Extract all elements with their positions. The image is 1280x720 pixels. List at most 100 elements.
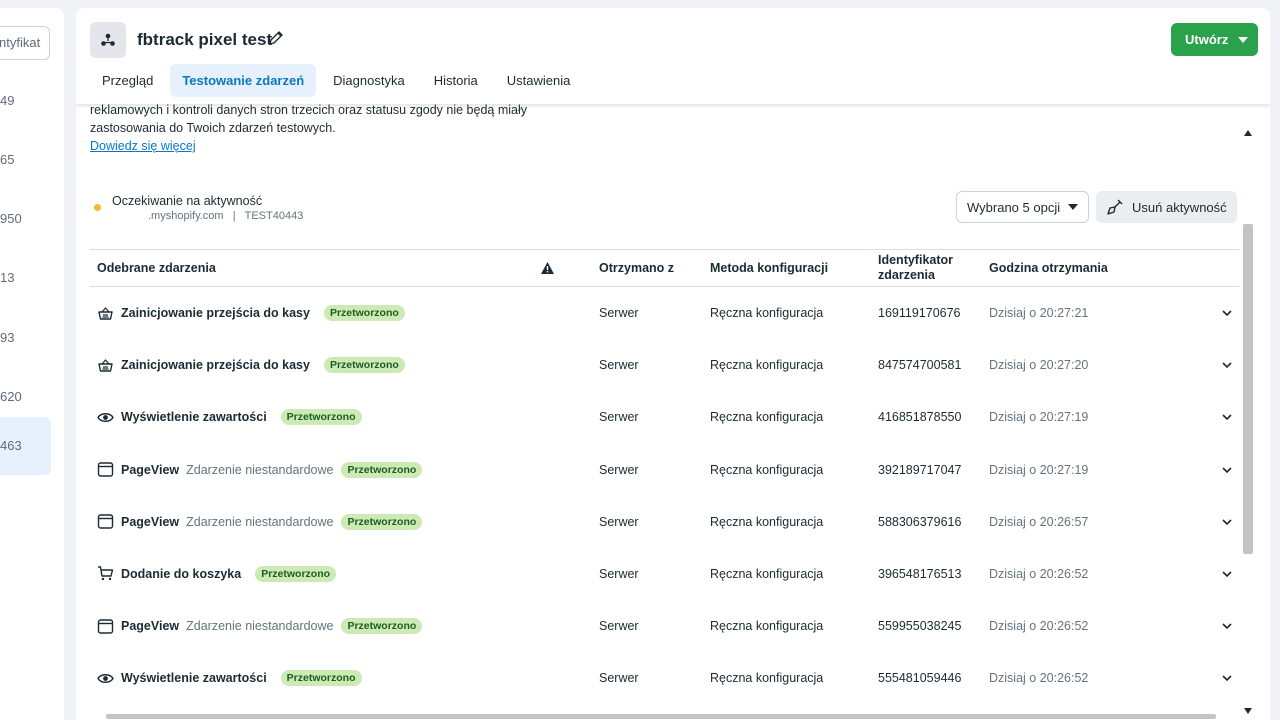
received-from-cell: Serwer bbox=[599, 410, 639, 425]
clear-activity-button[interactable]: Usuń aktywność bbox=[1096, 191, 1237, 223]
table-row[interactable]: PageView Zdarzenie niestandardowe Przetwor… bbox=[90, 444, 1240, 496]
page-title: fbtrack pixel test bbox=[137, 30, 273, 49]
time-cell: Dzisiaj o 20:26:57 bbox=[989, 514, 1089, 529]
event-name: Zainicjowanie przejścia do kasy bbox=[121, 306, 310, 320]
event-id-cell: 555481059446 bbox=[878, 671, 962, 686]
chevron-down-icon[interactable] bbox=[1220, 619, 1234, 633]
vertical-scrollbar-thumb[interactable] bbox=[1243, 224, 1253, 554]
event-type: Zdarzenie niestandardowe bbox=[186, 619, 334, 634]
sidebar-search-input[interactable]: ntyfikat bbox=[0, 26, 50, 60]
chevron-down-icon[interactable] bbox=[1220, 410, 1234, 424]
shopping-cart-icon bbox=[97, 565, 114, 582]
sidebar-item[interactable]: 49 bbox=[0, 72, 51, 130]
info-line: reklamowych i kontroli danych stron trze… bbox=[90, 104, 528, 117]
chevron-down-icon[interactable] bbox=[1220, 358, 1234, 372]
event-id-cell: 559955038245 bbox=[878, 619, 962, 634]
chevron-down-icon[interactable] bbox=[1220, 306, 1234, 320]
event-name: PageView bbox=[121, 514, 180, 529]
eye-icon bbox=[97, 409, 114, 426]
status-badge: Przetworzono bbox=[280, 670, 362, 687]
event-type: Zdarzenie niestandardowe bbox=[186, 514, 334, 529]
table-row[interactable]: Zainicjowanie przejścia do kasy Przetworz… bbox=[90, 339, 1240, 391]
table-body: Zainicjowanie przejścia do kasy Przetworz… bbox=[90, 287, 1240, 705]
event-cell: PageView Zdarzenie niestandardowe Przetwor… bbox=[97, 600, 423, 652]
status-badge: Przetworzono bbox=[255, 565, 337, 582]
tab-test-events[interactable]: Testowanie zdarzeń bbox=[170, 64, 317, 97]
time-cell: Dzisiaj o 20:27:20 bbox=[989, 358, 1089, 373]
options-select[interactable]: Wybrano 5 opcji bbox=[956, 191, 1089, 223]
time-cell: Dzisiaj o 20:27:19 bbox=[989, 410, 1089, 425]
tab-diagnostics[interactable]: Diagnostyka bbox=[321, 64, 417, 97]
time-cell: Dzisiaj o 20:26:52 bbox=[989, 566, 1089, 581]
col-header-event-id: Identyfikator zdarzenia bbox=[878, 253, 954, 282]
status-dot bbox=[94, 204, 101, 211]
warning-icon[interactable] bbox=[541, 250, 554, 286]
event-name: PageView bbox=[121, 619, 180, 634]
sidebar-item[interactable]: 93 bbox=[0, 309, 51, 367]
received-from-cell: Serwer bbox=[599, 358, 639, 373]
method-cell: Ręczna konfiguracja bbox=[710, 358, 824, 373]
col-header-method: Metoda konfiguracji bbox=[710, 260, 829, 275]
status-title: Oczekiwanie na aktywność bbox=[112, 194, 263, 208]
left-sidebar: ntyfikat 49 65 950 13 93 620 463 bbox=[0, 8, 64, 720]
tab-overview[interactable]: Przegląd bbox=[90, 64, 165, 97]
status-badge: Przetworzono bbox=[341, 618, 423, 635]
table-row[interactable]: Wyświetlenie zawartości Przetworzono Serwe… bbox=[90, 391, 1240, 443]
status-domain: .myshopify.com bbox=[148, 210, 224, 222]
event-id-cell: 588306379616 bbox=[878, 514, 962, 529]
col-header-time: Godzina otrzymania bbox=[989, 260, 1108, 275]
shopping-basket-icon bbox=[97, 357, 114, 374]
method-cell: Ręczna konfiguracja bbox=[710, 514, 824, 529]
method-cell: Ręczna konfiguracja bbox=[710, 306, 824, 320]
create-button[interactable]: Utwórz bbox=[1171, 23, 1258, 56]
chevron-down-icon[interactable] bbox=[1220, 515, 1234, 529]
tab-settings[interactable]: Ustawienia bbox=[495, 64, 583, 97]
tab-history[interactable]: Historia bbox=[422, 64, 490, 97]
status-badge: Przetworzono bbox=[323, 305, 405, 321]
table-row[interactable]: PageView Zdarzenie niestandardowe Przetwor… bbox=[90, 600, 1240, 652]
status-code: TEST40443 bbox=[244, 210, 304, 222]
caret-down-icon bbox=[1068, 204, 1079, 210]
scroll-down-arrow-icon[interactable] bbox=[1244, 708, 1252, 714]
horizontal-scrollbar[interactable] bbox=[90, 712, 1240, 720]
event-id-cell: 169119170676 bbox=[878, 306, 961, 320]
status-badge: Przetworzono bbox=[323, 357, 405, 374]
col-header-event: Odebrane zdarzenia bbox=[97, 260, 216, 275]
method-cell: Ręczna konfiguracja bbox=[710, 566, 824, 581]
status-separator: | bbox=[232, 210, 236, 222]
info-line: zastosowania do Twoich zdarzeń testowych… bbox=[90, 121, 336, 135]
sidebar-item[interactable]: 950 bbox=[0, 190, 51, 248]
sidebar-item[interactable]: 13 bbox=[0, 249, 51, 307]
pencil-icon[interactable] bbox=[266, 28, 286, 48]
event-name: Wyświetlenie zawartości bbox=[121, 410, 267, 425]
chevron-down-icon[interactable] bbox=[1220, 567, 1234, 581]
time-cell: Dzisiaj o 20:26:52 bbox=[989, 619, 1089, 634]
event-name: Zainicjowanie przejścia do kasy bbox=[121, 358, 310, 373]
horizontal-scrollbar-thumb[interactable] bbox=[106, 714, 1216, 719]
tab-bar: Przegląd Testowanie zdarzeń Diagnostyka … bbox=[90, 64, 587, 97]
chevron-down-icon[interactable] bbox=[1220, 671, 1234, 685]
page-header: fbtrack pixel test Utwórz Przegląd Testo… bbox=[76, 8, 1270, 104]
sidebar-item-selected[interactable]: 463 bbox=[0, 417, 51, 475]
browser-window-icon bbox=[97, 461, 114, 478]
learn-more-link[interactable]: Dowiedz się więcej bbox=[90, 139, 196, 153]
status-badge: Przetworzono bbox=[280, 409, 362, 426]
event-id-cell: 396548176513 bbox=[878, 566, 962, 581]
info-notice: reklamowych i kontroli danych stron trze… bbox=[90, 104, 560, 155]
event-cell: PageView Zdarzenie niestandardowe Przetwor… bbox=[97, 444, 423, 496]
table-row[interactable]: Zainicjowanie przejścia do kasy Przetworz… bbox=[90, 287, 1240, 339]
events-table: Odebrane zdarzenia Otrzymano z Metoda ko… bbox=[90, 249, 1240, 705]
event-cell: Wyświetlenie zawartości Przetworzono bbox=[97, 391, 362, 443]
scroll-up-arrow-icon[interactable] bbox=[1244, 130, 1252, 136]
table-row[interactable]: PageView Zdarzenie niestandardowe Przetwor… bbox=[90, 496, 1240, 548]
time-cell: Dzisiaj o 20:26:52 bbox=[989, 671, 1089, 686]
table-row[interactable]: Wyświetlenie zawartości Przetworzono Serwe… bbox=[90, 652, 1240, 704]
sidebar-item[interactable]: 65 bbox=[0, 131, 51, 189]
received-from-cell: Serwer bbox=[599, 462, 639, 477]
table-row[interactable]: Dodanie do koszyka Przetworzono Serwer Ręcz… bbox=[90, 548, 1240, 600]
received-from-cell: Serwer bbox=[599, 671, 639, 686]
chevron-down-icon[interactable] bbox=[1220, 463, 1234, 477]
time-cell: Dzisiaj o 20:27:21 bbox=[989, 306, 1089, 320]
vertical-scrollbar[interactable] bbox=[1240, 116, 1256, 720]
event-cell: PageView Zdarzenie niestandardowe Przetwor… bbox=[97, 496, 423, 548]
